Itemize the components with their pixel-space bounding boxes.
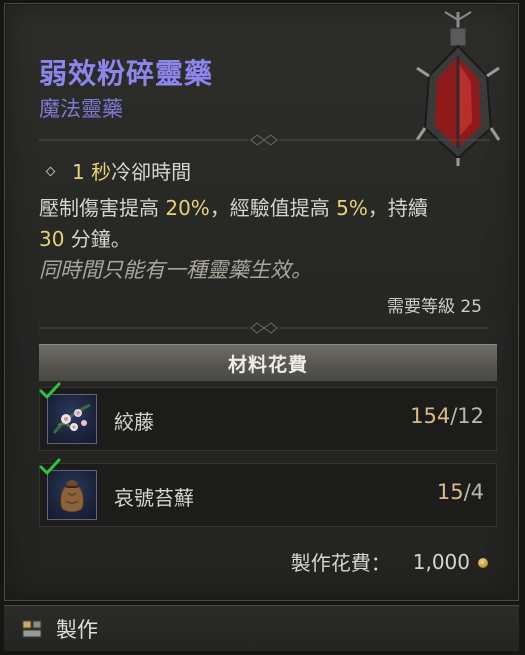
craft-cost-label: 製作花費： [290,551,391,575]
desc-text-1: 壓制傷害提高 [39,196,166,220]
material-have: 154 [410,404,451,428]
howler-moss-pouch-icon [47,470,97,520]
required-level-label: 需要等級 [386,297,455,317]
cooldown-value: 1 秒 [72,160,112,184]
check-icon [39,382,61,399]
material-count: 15/4 [437,480,484,504]
gold-coin-icon [478,557,488,568]
craft-key-icon[interactable] [22,620,42,638]
check-icon [39,458,61,475]
material-need: /4 [463,480,484,504]
gallowvine-flower-icon [47,394,97,444]
required-level-value: 25 [460,297,482,317]
duration-value: 30 [39,227,65,251]
desc-text-3: ，持續 [367,196,428,220]
craft-button[interactable]: 製作 [56,614,98,644]
cooldown-line: 1 秒 冷卻時間 [45,156,192,185]
material-row-gallowvine[interactable]: 絞藤 154/12 [39,382,497,451]
materials-header: 材料花費 [39,344,497,382]
item-type: 魔法靈藥 [39,97,123,121]
required-level: 需要等級 25 [387,292,482,317]
desc-text-2: ，經驗值提高 [209,196,337,220]
material-have: 15 [436,480,464,504]
material-row-howler-moss[interactable]: 哀號苔蘚 15/4 [39,458,497,527]
material-name: 絞藤 [114,410,154,434]
action-bar: 製作 [4,605,519,651]
material-count: 154/12 [410,404,484,428]
elixir-note: 同時間只能有一種靈藥生效。 [39,258,312,282]
xp-percent: 5% [336,196,368,220]
material-name: 哀號苔蘚 [114,486,194,510]
craft-cost-value: 1,000 [412,549,470,574]
bullet-diamond-icon [45,166,56,177]
item-tooltip-panel: 弱效粉碎靈藥 魔法靈藥 1 秒 冷卻時間 壓制傷害提高 20%，經驗值提高 5%… [4,3,519,601]
cooldown-label: 冷卻時間 [111,160,192,184]
damage-percent: 20% [165,196,210,220]
mid-divider [39,322,489,334]
top-divider [39,134,489,146]
item-name: 弱效粉碎靈藥 [39,57,214,90]
desc-text-4: 分鐘。 [64,227,131,251]
material-need: /12 [450,404,484,428]
effect-description: 壓制傷害提高 20%，經驗值提高 5%，持續 30 分鐘。 [39,193,504,255]
craft-cost: 製作花費： 1,000 [291,547,488,576]
